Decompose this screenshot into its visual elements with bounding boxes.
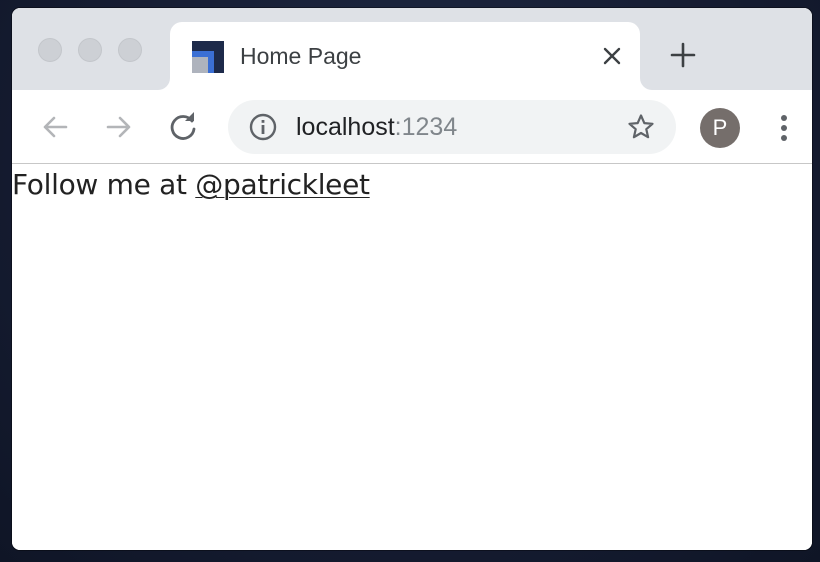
reload-icon[interactable] bbox=[166, 110, 200, 144]
new-tab-icon[interactable] bbox=[668, 40, 698, 70]
browser-toolbar: localhost:1234 P bbox=[12, 90, 812, 164]
url-host: localhost bbox=[296, 113, 395, 141]
tab-home-page[interactable]: Home Page bbox=[170, 22, 640, 90]
follow-prefix: Follow me at bbox=[12, 168, 187, 201]
profile-avatar[interactable]: P bbox=[700, 108, 740, 148]
window-maximize-button[interactable] bbox=[118, 38, 142, 62]
tab-title: Home Page bbox=[240, 43, 362, 69]
info-icon[interactable] bbox=[248, 112, 278, 142]
forward-arrow-icon[interactable] bbox=[102, 110, 136, 144]
window-minimize-button[interactable] bbox=[78, 38, 102, 62]
tab-strip: Home Page bbox=[12, 8, 812, 90]
kebab-menu-icon[interactable] bbox=[772, 112, 796, 144]
url-text: localhost:1234 bbox=[296, 113, 457, 141]
page-content: Follow me at @patrickleet bbox=[12, 164, 812, 550]
window-close-button[interactable] bbox=[38, 38, 62, 62]
back-arrow-icon[interactable] bbox=[38, 110, 72, 144]
browser-window: Home Page localhost:1234 P Follow me at … bbox=[12, 8, 812, 550]
url-port: :1234 bbox=[394, 113, 458, 141]
twitter-handle-link[interactable]: @patrickleet bbox=[195, 168, 370, 201]
parcel-logo-icon bbox=[192, 41, 224, 73]
address-bar[interactable]: localhost:1234 bbox=[228, 100, 676, 154]
close-tab-icon[interactable] bbox=[598, 42, 626, 70]
follow-text: Follow me at @patrickleet bbox=[12, 168, 370, 202]
bookmark-star-icon[interactable] bbox=[626, 112, 656, 142]
